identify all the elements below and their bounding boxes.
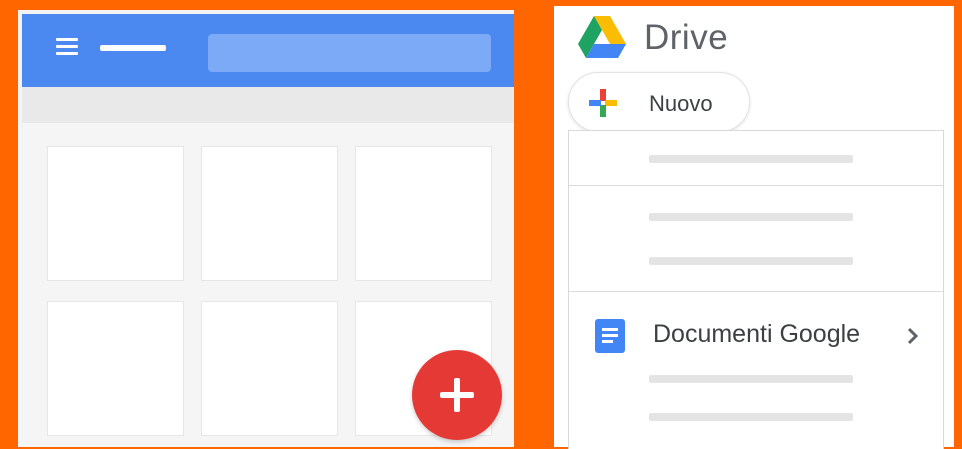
google-docs-icon [595, 319, 625, 353]
menu-item-placeholder[interactable] [649, 155, 853, 163]
google-drive-logo-icon [578, 16, 626, 58]
menu-item-placeholder[interactable] [649, 413, 853, 421]
file-card[interactable] [355, 146, 492, 281]
menu-divider [569, 185, 943, 186]
menu-item-google-docs[interactable]: Documenti Google [569, 307, 943, 365]
app-mockup [18, 10, 514, 447]
menu-item-label: Documenti Google [653, 320, 861, 348]
file-card[interactable] [201, 301, 338, 436]
add-fab-button[interactable] [412, 350, 502, 440]
new-button[interactable]: Nuovo [568, 72, 750, 132]
toolbar-strip [22, 87, 514, 123]
chevron-right-icon [907, 327, 919, 345]
multicolor-plus-icon [589, 89, 617, 117]
menu-divider [569, 291, 943, 292]
file-card[interactable] [201, 146, 338, 281]
app-title: Drive [644, 18, 729, 57]
file-card[interactable] [47, 146, 184, 281]
app-bar [22, 14, 514, 87]
file-card[interactable] [47, 301, 184, 436]
hamburger-menu-icon[interactable] [56, 38, 78, 56]
app-title-placeholder [100, 45, 166, 51]
new-button-label: Nuovo [649, 91, 713, 116]
menu-item-placeholder[interactable] [649, 375, 853, 383]
drive-panel: Drive Nuovo Documenti Google [554, 6, 954, 449]
search-input[interactable] [208, 34, 491, 72]
menu-item-placeholder[interactable] [649, 257, 853, 265]
menu-item-placeholder[interactable] [649, 213, 853, 221]
new-dropdown-menu: Documenti Google [568, 130, 944, 449]
